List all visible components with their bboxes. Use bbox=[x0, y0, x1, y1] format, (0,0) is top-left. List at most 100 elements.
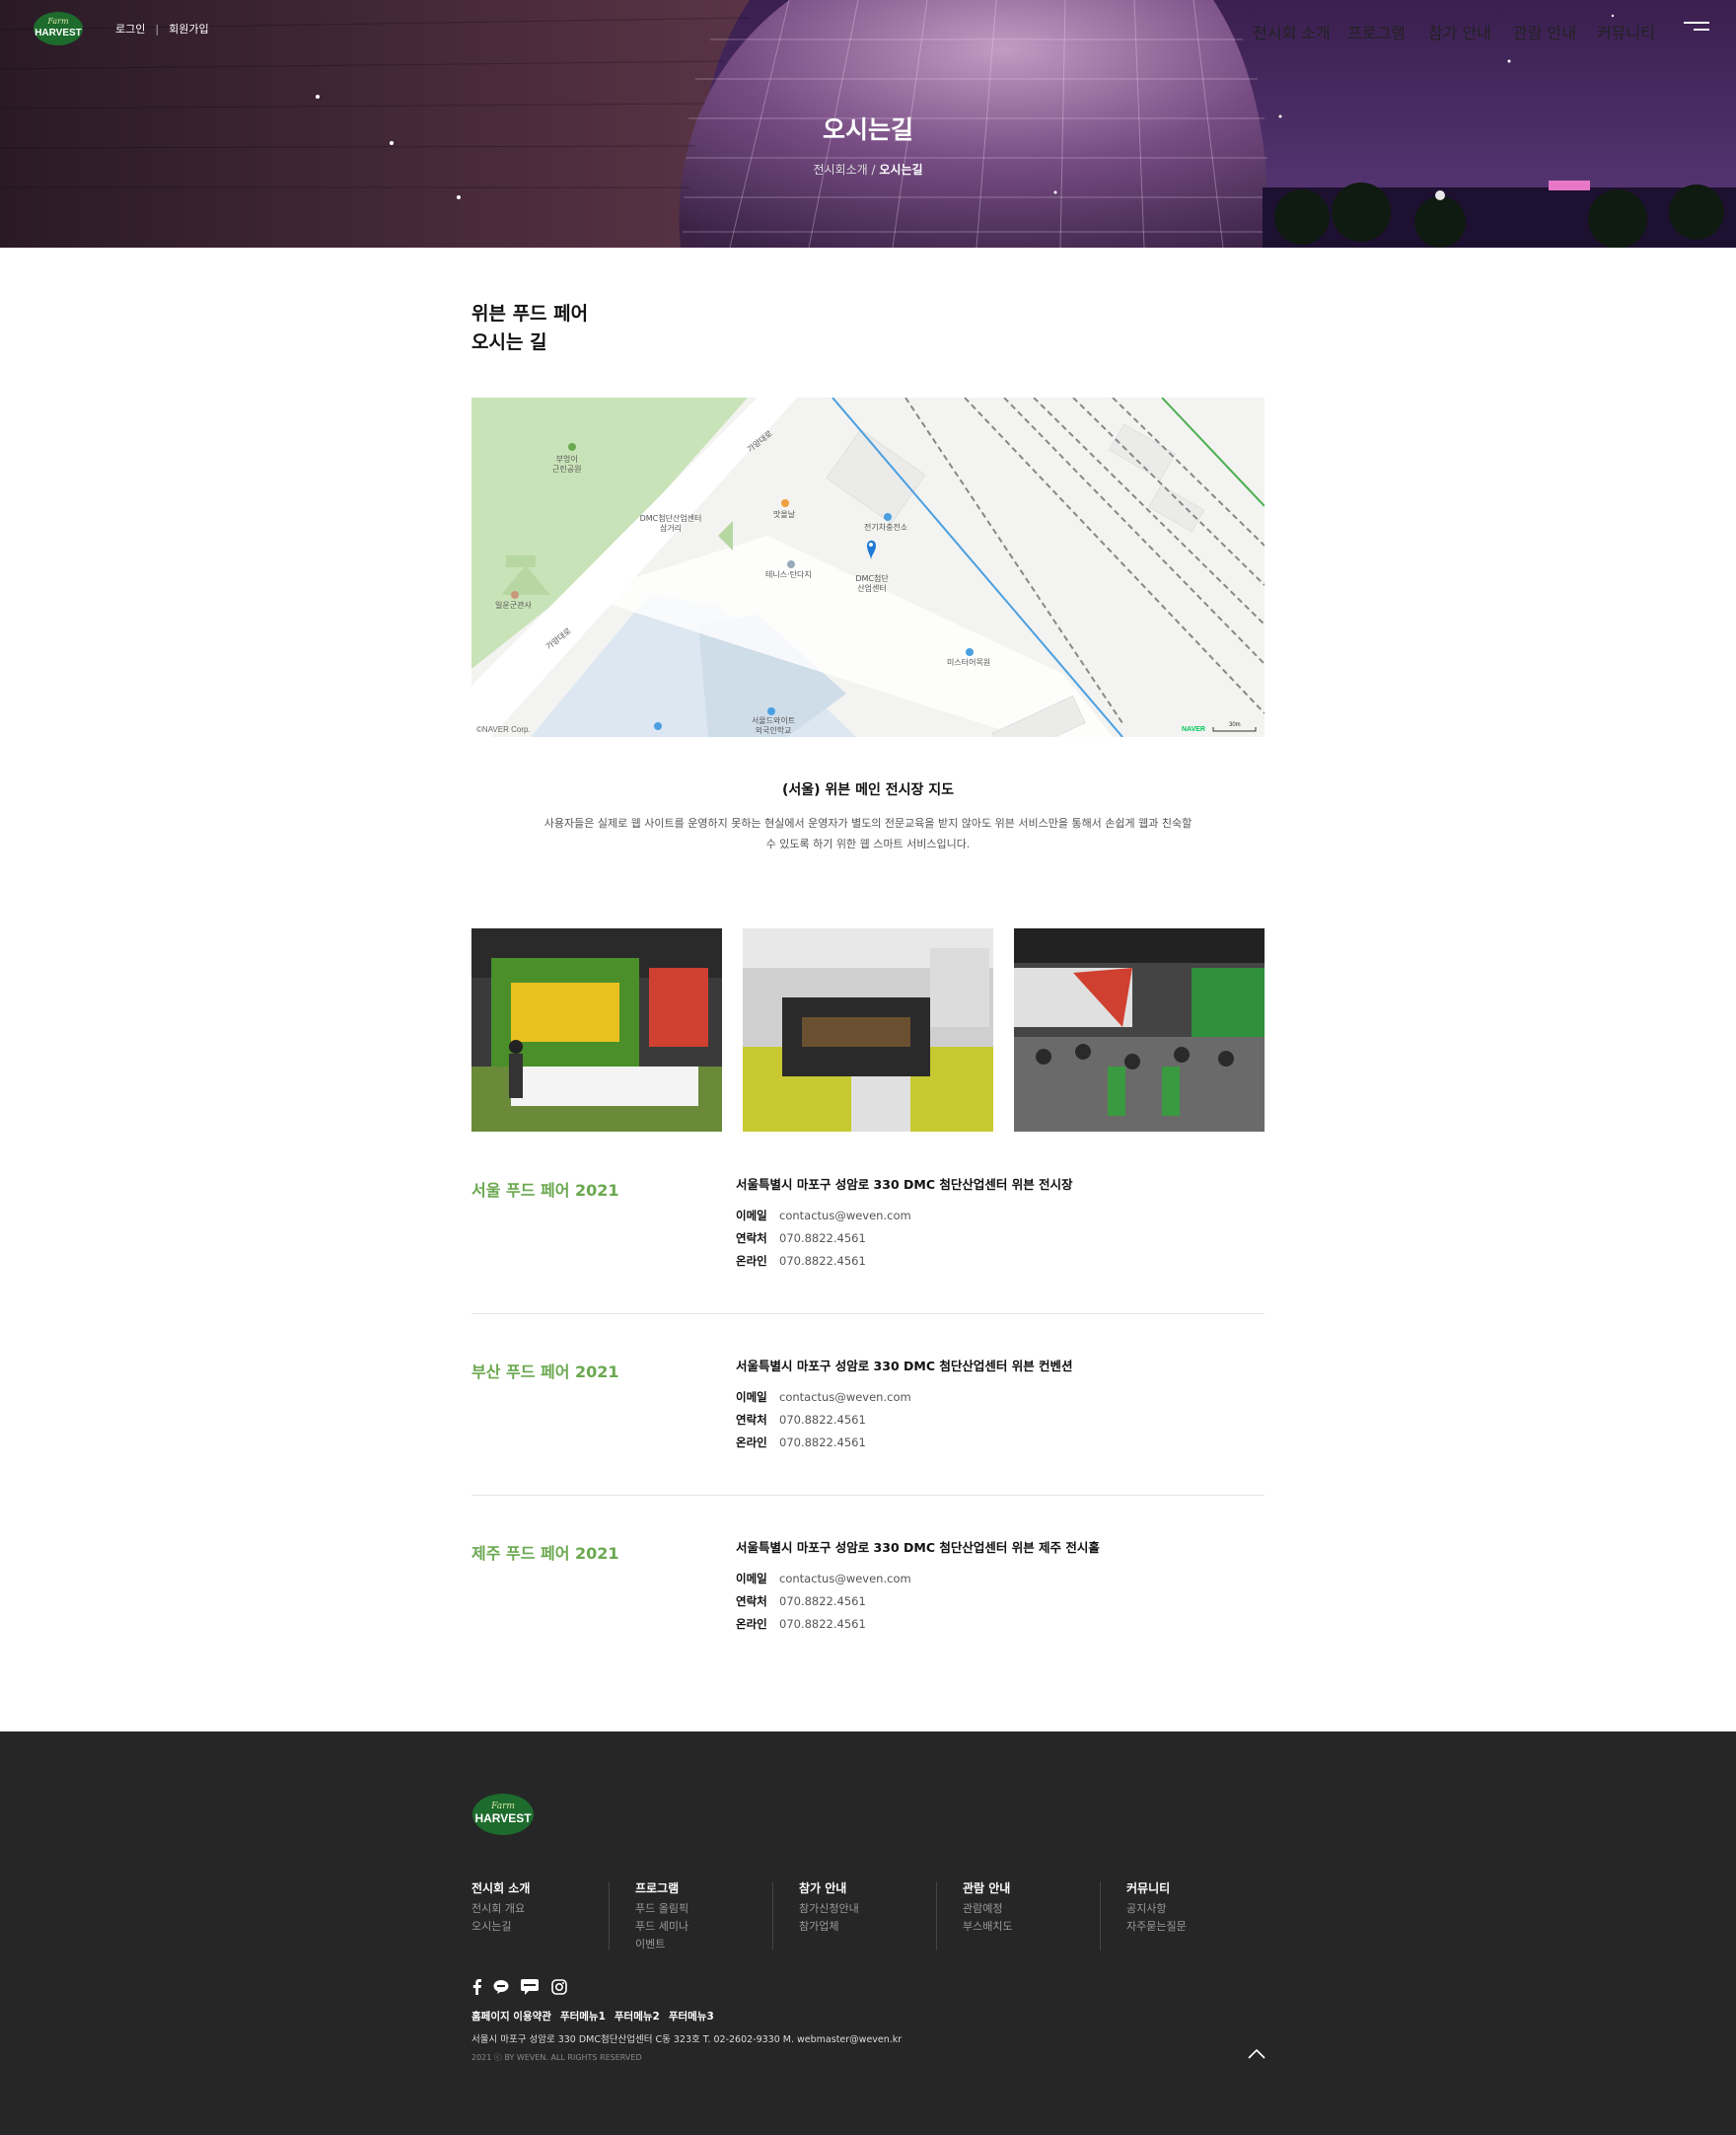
footer-divider bbox=[936, 1881, 937, 1951]
footer-logo[interactable]: Farm HARVEST bbox=[471, 1793, 535, 1836]
svg-text:HARVEST: HARVEST bbox=[35, 28, 82, 38]
location-map[interactable]: ©NAVER Corp. NAVER 30m 부엉이 근린공원 DMC첨단산업센… bbox=[471, 398, 1265, 737]
map-label-temple: 일운군관사 bbox=[495, 601, 532, 610]
map-label-center: DMC첨단 산업센터 bbox=[855, 574, 889, 593]
signup-link[interactable]: 회원가입 bbox=[169, 21, 208, 37]
venue-name: 제주 푸드 페어 2021 bbox=[471, 1544, 619, 1563]
venue-phone-row: 연락처 070.8822.4561 bbox=[736, 1594, 866, 1608]
svg-text:NAVER: NAVER bbox=[1182, 726, 1205, 733]
venue-email[interactable]: contactus@weven.com bbox=[779, 1209, 911, 1222]
site-logo[interactable]: Farm HARVEST bbox=[33, 11, 84, 46]
venue-phone: 070.8822.4561 bbox=[779, 1413, 866, 1427]
svg-text:©NAVER Corp.: ©NAVER Corp. bbox=[476, 725, 531, 734]
hero-banner: Farm HARVEST 로그인 | 회원가입 전시회 소개 프로그램 참가 안… bbox=[0, 0, 1736, 248]
footer-col-title[interactable]: 참가 안내 bbox=[799, 1879, 859, 1897]
venue-address: 서울특별시 마포구 성암로 330 DMC 첨단산업센터 위븐 전시장 bbox=[736, 1177, 1073, 1192]
footer-divider bbox=[772, 1881, 773, 1951]
footer-divider bbox=[1100, 1881, 1101, 1951]
footer-link[interactable]: 푸드 올림픽 bbox=[635, 1900, 688, 1918]
terms-link[interactable]: 홈페이지 이용약관 bbox=[471, 2009, 551, 2024]
instagram-icon[interactable] bbox=[550, 1978, 568, 1996]
map-label-ev-charger: 전기차충전소 bbox=[864, 523, 908, 532]
svg-text:Farm: Farm bbox=[46, 17, 69, 26]
breadcrumb-separator: / bbox=[871, 163, 876, 177]
footer-menu-link[interactable]: 푸터메뉴2 bbox=[615, 2009, 660, 2024]
login-link[interactable]: 로그인 bbox=[115, 21, 145, 37]
account-links: 로그인 | 회원가입 bbox=[115, 21, 209, 37]
venue-phone-row: 연락처 070.8822.4561 bbox=[736, 1231, 866, 1245]
scroll-to-top-icon[interactable] bbox=[1247, 2046, 1266, 2062]
footer-col-participation: 참가 안내 참가신청안내 참가업체 bbox=[799, 1879, 859, 1936]
menu-icon[interactable] bbox=[1684, 20, 1709, 36]
footer-col-title[interactable]: 전시회 소개 bbox=[471, 1879, 530, 1897]
map-label-restaurant: 맛올날 bbox=[773, 510, 796, 519]
breadcrumb-parent[interactable]: 전시회소개 bbox=[813, 163, 867, 177]
map-label-crossroad: DMC첨단산업센터 삼거리 bbox=[639, 514, 702, 533]
section-heading-line1: 위븐 푸드 페어 bbox=[471, 303, 589, 325]
venue-phone-row: 연락처 070.8822.4561 bbox=[736, 1413, 866, 1427]
talk-icon[interactable] bbox=[521, 1978, 539, 1996]
divider bbox=[471, 1495, 1265, 1496]
line-icon[interactable] bbox=[492, 1978, 510, 1996]
map-label-park: 부엉이 근린공원 bbox=[552, 455, 582, 474]
svg-text:Farm: Farm bbox=[490, 1802, 515, 1811]
facebook-icon[interactable] bbox=[469, 1978, 486, 1996]
exhibition-hall-photo bbox=[743, 928, 993, 1132]
venue-online: 070.8822.4561 bbox=[779, 1617, 866, 1631]
separator: | bbox=[155, 22, 160, 36]
map-label-school: 서울드와이트 외국인학교 bbox=[751, 716, 796, 735]
footer-col-program: 프로그램 푸드 올림픽 푸드 세미나 이벤트 bbox=[635, 1879, 688, 1953]
footer-address: 서울시 마포구 성암로 330 DMC첨단산업센터 C동 323호 T. 02-… bbox=[471, 2034, 903, 2045]
site-footer bbox=[0, 1731, 1736, 2135]
footer-divider bbox=[609, 1881, 610, 1951]
footer-col-title[interactable]: 관람 안내 bbox=[963, 1879, 1013, 1897]
breadcrumb-current: 오시는길 bbox=[879, 163, 923, 177]
footer-col-exhibition: 전시회 소개 전시회 개요 오시는길 bbox=[471, 1879, 530, 1936]
footer-link[interactable]: 부스배치도 bbox=[963, 1918, 1013, 1936]
venue-name: 부산 푸드 페어 2021 bbox=[471, 1362, 619, 1381]
footer-menu-link[interactable]: 푸터메뉴1 bbox=[560, 2009, 606, 2024]
page-title: 오시는길 bbox=[822, 115, 913, 144]
venue-email-row: 이메일 contactus@weven.com bbox=[736, 1572, 911, 1585]
map-caption-description: 사용자들은 실제로 웹 사이트를 운영하지 못하는 현실에서 운영자가 별도의 … bbox=[543, 817, 1193, 850]
venue-phone: 070.8822.4561 bbox=[779, 1594, 866, 1608]
footer-col-visit: 관람 안내 관람예정 부스배치도 bbox=[963, 1879, 1013, 1936]
crowd-booth-photo bbox=[1014, 928, 1265, 1132]
footer-link[interactable]: 자주묻는질문 bbox=[1126, 1918, 1187, 1936]
venue-online-row: 온라인 070.8822.4561 bbox=[736, 1254, 866, 1268]
venue-address: 서울특별시 마포구 성암로 330 DMC 첨단산업센터 위븐 컨벤션 bbox=[736, 1359, 1073, 1373]
section-heading-line2: 오시는 길 bbox=[471, 331, 547, 353]
venue-online: 070.8822.4561 bbox=[779, 1436, 866, 1449]
footer-policy-links: 홈페이지 이용약관 푸터메뉴1 푸터메뉴2 푸터메뉴3 bbox=[471, 2009, 714, 2024]
venue-online: 070.8822.4561 bbox=[779, 1254, 866, 1268]
footer-col-title[interactable]: 커뮤니티 bbox=[1126, 1879, 1187, 1897]
svg-text:HARVEST: HARVEST bbox=[474, 1811, 532, 1825]
venue-phone: 070.8822.4561 bbox=[779, 1231, 866, 1245]
footer-link[interactable]: 푸드 세미나 bbox=[635, 1918, 688, 1936]
section-heading: 위븐 푸드 페어 오시는 길 bbox=[471, 300, 588, 357]
nav-community[interactable]: 커뮤니티 bbox=[1597, 20, 1736, 43]
venue-email-row: 이메일 contactus@weven.com bbox=[736, 1390, 911, 1404]
venue-email[interactable]: contactus@weven.com bbox=[779, 1390, 911, 1404]
footer-link[interactable]: 참가업체 bbox=[799, 1918, 859, 1936]
venue-email[interactable]: contactus@weven.com bbox=[779, 1572, 911, 1585]
venue-online-row: 온라인 070.8822.4561 bbox=[736, 1436, 866, 1449]
footer-link[interactable]: 관람예정 bbox=[963, 1900, 1013, 1918]
footer-link[interactable]: 이벤트 bbox=[635, 1936, 688, 1953]
footer-menu-link[interactable]: 푸터메뉴3 bbox=[669, 2009, 714, 2024]
map-label-tennis: 테니스·탄다지 bbox=[765, 570, 812, 579]
map-graphic: ©NAVER Corp. NAVER 30m bbox=[471, 398, 1265, 737]
footer-link[interactable]: 오시는길 bbox=[471, 1918, 530, 1936]
footer-link[interactable]: 전시회 개요 bbox=[471, 1900, 530, 1918]
footer-copyright: 2021 ⓒ BY WEVEN. ALL RIGHTS RESERVED bbox=[471, 2053, 642, 2062]
venue-address: 서울특별시 마포구 성암로 330 DMC 첨단산업센터 위븐 제주 전시홀 bbox=[736, 1540, 1100, 1555]
venue-name: 서울 푸드 페어 2021 bbox=[471, 1181, 619, 1200]
divider bbox=[471, 1313, 1265, 1314]
footer-link[interactable]: 공지사항 bbox=[1126, 1900, 1187, 1918]
svg-text:30m: 30m bbox=[1229, 722, 1241, 728]
venue-online-row: 온라인 070.8822.4561 bbox=[736, 1617, 866, 1631]
footer-col-community: 커뮤니티 공지사항 자주묻는질문 bbox=[1126, 1879, 1187, 1936]
footer-col-title[interactable]: 프로그램 bbox=[635, 1879, 688, 1897]
footer-link[interactable]: 참가신청안내 bbox=[799, 1900, 859, 1918]
map-label-museum: 미스터어목원 bbox=[947, 658, 991, 667]
